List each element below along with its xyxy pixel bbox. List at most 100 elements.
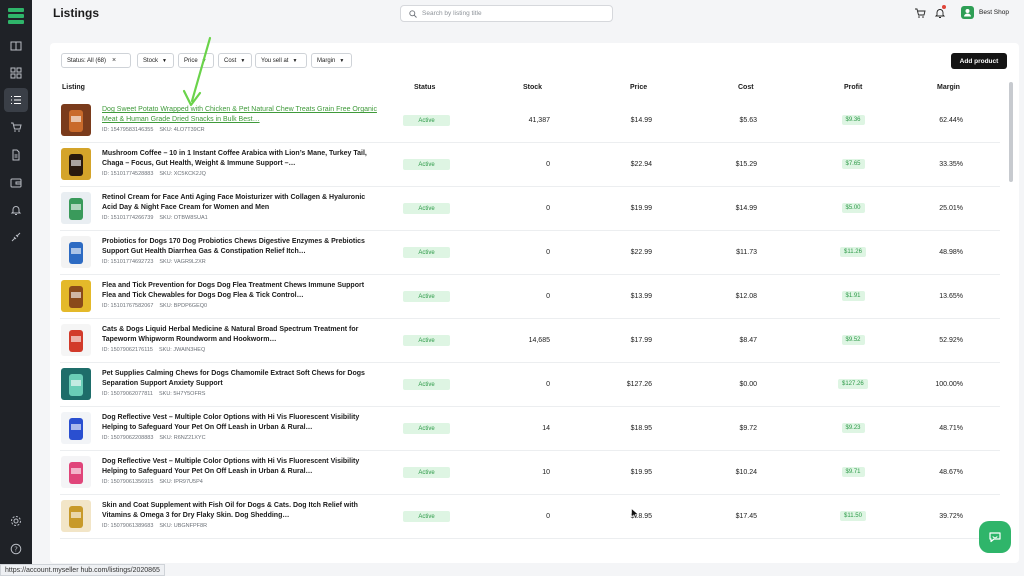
product-id: ID: 15101774692723 — [102, 259, 154, 265]
plug-icon[interactable] — [4, 225, 28, 249]
add-product-button[interactable]: Add product — [951, 53, 1007, 69]
close-icon[interactable]: × — [112, 57, 116, 64]
price-value: $127.26 — [626, 381, 652, 388]
top-header: Listings — [32, 0, 1024, 28]
caret-down-icon: ▼ — [240, 57, 246, 64]
product-title-link[interactable]: Flea and Tick Prevention for Dogs Dog Fl… — [102, 281, 377, 300]
you-sell-at-filter[interactable]: You sell at ▼ — [255, 53, 307, 68]
product-title-link[interactable]: Retinol Cream for Face Anti Aging Face M… — [102, 193, 377, 212]
price-value: $22.94 — [630, 161, 652, 168]
product-thumbnail[interactable] — [61, 148, 91, 180]
stock-filter-label: Stock — [143, 57, 159, 64]
table-row[interactable]: Dog Reflective Vest – Multiple Color Opt… — [50, 407, 1010, 451]
table-row[interactable]: Dog Reflective Vest – Multiple Color Opt… — [50, 451, 1010, 495]
product-thumbnail[interactable] — [61, 412, 91, 444]
product-title-link[interactable]: Probiotics for Dogs 170 Dog Probiotics C… — [102, 237, 377, 256]
margin-value: 48.98% — [939, 249, 963, 256]
price-value: $19.95 — [630, 469, 652, 476]
cost-filter[interactable]: Cost ▼ — [218, 53, 252, 68]
column-header-margin[interactable]: Margin — [937, 84, 960, 91]
product-ids: ID: 15101774528883 SKU: XC5KCK2JQ — [102, 171, 206, 177]
status-badge: Active — [403, 247, 450, 258]
shop-name[interactable]: Best Shop — [979, 9, 1009, 16]
stock-value: 0 — [546, 205, 550, 212]
bell-icon[interactable] — [4, 198, 28, 222]
product-thumbnail[interactable] — [61, 236, 91, 268]
product-id: ID: 15079061356915 — [102, 479, 154, 485]
document-icon[interactable] — [4, 143, 28, 167]
price-value: $13.99 — [630, 293, 652, 300]
stock-filter[interactable]: Stock ▼ — [137, 53, 174, 68]
product-thumbnail[interactable] — [61, 104, 91, 136]
search-icon — [409, 10, 417, 18]
listings-card: Status: All (68) × Stock▼ Price▼ Cost▼ Y… — [50, 43, 1019, 563]
chat-icon — [989, 532, 1001, 543]
price-value: $18.95 — [630, 425, 652, 432]
margin-value: 52.92% — [939, 337, 963, 344]
column-header-listing[interactable]: Listing — [62, 84, 85, 91]
price-value: $22.99 — [630, 249, 652, 256]
scrollbar[interactable] — [1009, 82, 1013, 182]
product-title-link[interactable]: Skin and Coat Supplement with Fish Oil f… — [102, 501, 377, 520]
table-row[interactable]: Probiotics for Dogs 170 Dog Probiotics C… — [50, 231, 1010, 275]
column-header-profit[interactable]: Profit — [844, 84, 862, 91]
status-badge: Active — [403, 291, 450, 302]
table-row[interactable]: Pet Supplies Calming Chews for Dogs Cham… — [50, 363, 1010, 407]
stock-value: 10 — [542, 469, 550, 476]
chat-button[interactable] — [979, 521, 1011, 553]
status-badge: Active — [403, 379, 450, 390]
margin-filter-label: Margin — [317, 57, 336, 64]
margin-value: 33.35% — [939, 161, 963, 168]
cart-icon[interactable] — [914, 7, 926, 19]
product-title-link[interactable]: Dog Reflective Vest – Multiple Color Opt… — [102, 413, 377, 432]
table-row[interactable]: Cats & Dogs Liquid Herbal Medicine & Nat… — [50, 319, 1010, 363]
table-row[interactable]: Mushroom Coffee – 10 in 1 Instant Coffee… — [50, 143, 1010, 187]
notification-dot — [942, 5, 946, 9]
table-row[interactable]: Skin and Coat Supplement with Fish Oil f… — [50, 495, 1010, 539]
product-sku: SKU: 5H7Y5OFRS — [158, 391, 206, 397]
profit-badge: $7.65 — [841, 159, 865, 169]
caret-down-icon: ▼ — [292, 57, 298, 64]
product-id: ID: 15079061389683 — [102, 523, 154, 529]
profit-badge: $9.71 — [841, 467, 865, 477]
dashboard-icon[interactable] — [4, 61, 28, 85]
margin-filter[interactable]: Margin ▼ — [311, 53, 352, 68]
column-header-status[interactable]: Status — [414, 84, 435, 91]
wallet-icon[interactable] — [4, 171, 28, 195]
product-thumbnail[interactable] — [61, 192, 91, 224]
table-row[interactable]: Flea and Tick Prevention for Dogs Dog Fl… — [50, 275, 1010, 319]
product-thumbnail[interactable] — [61, 280, 91, 312]
product-sku: SKU: OTBW8SUA1 — [159, 215, 208, 221]
product-title-link[interactable]: Cats & Dogs Liquid Herbal Medicine & Nat… — [102, 325, 377, 344]
app-logo[interactable] — [8, 8, 24, 24]
product-title-link[interactable]: Pet Supplies Calming Chews for Dogs Cham… — [102, 369, 377, 388]
product-title-link[interactable]: Dog Sweet Potato Wrapped with Chicken & … — [102, 105, 377, 124]
status-badge: Active — [403, 115, 450, 126]
cart-icon[interactable] — [4, 115, 28, 139]
product-thumbnail[interactable] — [61, 500, 91, 532]
search-input[interactable] — [422, 7, 607, 20]
column-header-cost[interactable]: Cost — [738, 84, 754, 91]
search-box[interactable] — [400, 5, 613, 22]
book-icon[interactable] — [4, 34, 28, 58]
status-filter-chip[interactable]: Status: All (68) × — [61, 53, 131, 68]
column-header-price[interactable]: Price — [630, 84, 647, 91]
shop-avatar[interactable] — [961, 6, 974, 19]
status-filter-label: Status: All (68) — [67, 57, 107, 64]
product-thumbnail[interactable] — [61, 368, 91, 400]
profit-badge: $9.23 — [841, 423, 865, 433]
help-icon[interactable]: ? — [4, 537, 28, 561]
product-title-link[interactable]: Mushroom Coffee – 10 in 1 Instant Coffee… — [102, 149, 377, 168]
stock-value: 14 — [542, 425, 550, 432]
product-ids: ID: 15479583146355 SKU: 4LO7T39CR — [102, 127, 205, 133]
settings-icon[interactable] — [4, 509, 28, 533]
product-thumbnail[interactable] — [61, 324, 91, 356]
table-row[interactable]: Retinol Cream for Face Anti Aging Face M… — [50, 187, 1010, 231]
mouse-cursor-icon — [631, 508, 639, 519]
list-icon[interactable] — [4, 88, 28, 112]
product-ids: ID: 15079062077811 SKU: 5H7Y5OFRS — [102, 391, 205, 397]
column-header-stock[interactable]: Stock — [523, 84, 542, 91]
product-ids: ID: 15101767582067 SKU: BPDP6GEQ0 — [102, 303, 207, 309]
product-title-link[interactable]: Dog Reflective Vest – Multiple Color Opt… — [102, 457, 377, 476]
product-thumbnail[interactable] — [61, 456, 91, 488]
